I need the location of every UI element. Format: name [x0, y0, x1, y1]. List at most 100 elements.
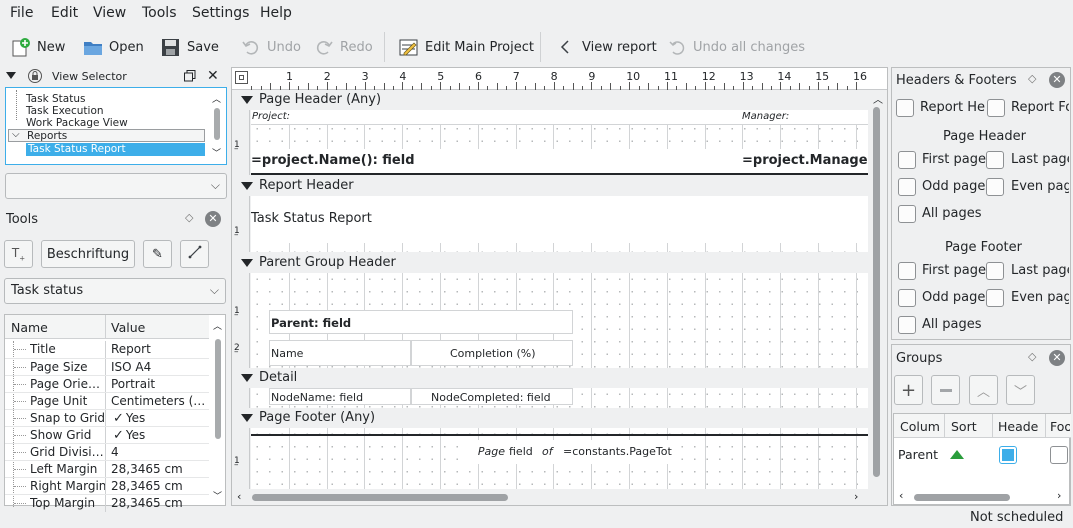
section-detail[interactable]: Detail	[232, 369, 868, 388]
label-tool-button[interactable]: Beschriftung	[41, 240, 135, 268]
lock-icon[interactable]	[28, 69, 42, 83]
page-header-even-checkbox[interactable]	[986, 178, 1004, 196]
menu-settings[interactable]: Settings	[192, 5, 249, 21]
property-row[interactable]: Show Grid ✓ Yes	[5, 426, 211, 444]
tree-item[interactable]: Work Package View	[26, 117, 128, 129]
add-group-button[interactable]: +	[894, 375, 923, 405]
tree-item[interactable]: Task Status	[26, 93, 85, 105]
menu-view[interactable]: View	[93, 5, 126, 21]
close-icon[interactable]: ✕	[205, 211, 221, 227]
view-combo[interactable]: ⌵	[5, 173, 227, 199]
name-column-header[interactable]: Name	[269, 340, 411, 366]
float-diamond-icon[interactable]: ◇	[1028, 350, 1036, 363]
manager-field-box[interactable]: =project.Manage	[741, 149, 868, 173]
completion-column-header[interactable]: Completion (%)	[411, 340, 573, 366]
close-icon[interactable]: ✕	[207, 68, 219, 84]
group-footer-checkbox[interactable]	[1050, 446, 1068, 464]
property-row[interactable]: Page Size ISO A4	[5, 358, 209, 376]
node-name-field-box[interactable]: NodeName: field	[269, 388, 411, 405]
move-down-button[interactable]: ﹀	[1006, 375, 1035, 405]
field-tool-button[interactable]: ✎	[143, 240, 172, 268]
menu-tools[interactable]: Tools	[142, 5, 177, 21]
page-footer-last-checkbox[interactable]	[986, 262, 1004, 280]
designer-vertical-scrollbar[interactable]: ︿	[869, 91, 885, 489]
scrollbar-thumb[interactable]	[873, 107, 880, 477]
float-diamond-icon[interactable]: ◇	[1028, 72, 1036, 85]
page-footer-first-checkbox[interactable]	[898, 262, 916, 280]
groups-horizontal-scrollbar[interactable]: ‹ ›	[894, 489, 1071, 504]
property-value[interactable]: 4	[111, 445, 209, 459]
view-report-button[interactable]: View report	[555, 35, 657, 59]
scrollbar-thumb[interactable]	[215, 339, 221, 439]
project-label-box[interactable]: Project:	[251, 110, 741, 125]
scrollbar-thumb[interactable]	[252, 494, 508, 501]
move-up-button[interactable]: ︿	[969, 375, 998, 405]
float-diamond-icon[interactable]: ◇	[185, 211, 193, 224]
footer-of-label-box[interactable]: of	[537, 440, 561, 464]
page-footer-odd-checkbox[interactable]	[898, 289, 916, 307]
float-window-icon[interactable]	[184, 70, 196, 82]
section-report-header[interactable]: Report Header	[232, 177, 868, 196]
menu-edit[interactable]: Edit	[51, 5, 78, 21]
text-tool-button[interactable]: T+	[4, 240, 33, 268]
property-value[interactable]: 28,3465 cm	[111, 462, 209, 476]
section-combo[interactable]: Task status ⌵	[4, 278, 226, 304]
scrollbar-thumb[interactable]	[214, 108, 220, 140]
menu-file[interactable]: File	[10, 5, 33, 21]
page-header-first-checkbox[interactable]	[898, 151, 916, 169]
scroll-up-icon[interactable]: ︿	[213, 319, 222, 332]
property-row[interactable]: Page Unit Centimeters (…	[5, 392, 209, 410]
section-page-footer[interactable]: Page Footer (Any)	[232, 409, 868, 428]
remove-group-button[interactable]	[931, 375, 960, 405]
scroll-down-icon[interactable]: ﹀	[213, 489, 222, 502]
group-header-area[interactable]: Parent: field Name Completion (%)	[251, 273, 868, 368]
report-footer-checkbox[interactable]	[987, 99, 1005, 117]
close-icon[interactable]: ✕	[1049, 350, 1065, 366]
property-value[interactable]: ISO A4	[111, 360, 209, 374]
redo-button[interactable]: Redo	[313, 35, 373, 59]
property-row[interactable]: Snap to Grid ✓ Yes	[5, 409, 211, 427]
vertical-scrollbar[interactable]: ︿ ﹀	[211, 317, 225, 503]
section-page-header[interactable]: Page Header (Any)	[232, 91, 868, 110]
property-row[interactable]: Right Margin 28,3465 cm	[5, 477, 209, 495]
undo-button[interactable]: Undo	[240, 35, 301, 59]
edit-main-project-button[interactable]: Edit Main Project	[398, 35, 534, 59]
designer-horizontal-scrollbar[interactable]: ‹ ›	[232, 490, 868, 504]
scroll-up-icon[interactable]: ︿	[873, 91, 883, 106]
project-field-box[interactable]: =project.Name(): field	[251, 149, 741, 173]
page-header-all-checkbox[interactable]	[898, 205, 916, 223]
scroll-right-icon[interactable]: ›	[854, 490, 858, 503]
parent-field-box[interactable]: Parent: field	[269, 310, 573, 334]
section-group-header[interactable]: Parent Group Header	[232, 254, 868, 273]
sort-ascending-icon[interactable]	[950, 450, 964, 459]
new-button[interactable]: New	[10, 35, 65, 59]
close-icon[interactable]: ✕	[1049, 72, 1065, 88]
report-header-area[interactable]: Task Status Report	[251, 196, 868, 252]
save-button[interactable]: Save	[160, 35, 219, 59]
property-value[interactable]: Centimeters (…	[111, 394, 209, 408]
group-header-checkbox[interactable]	[999, 446, 1017, 464]
page-header-last-checkbox[interactable]	[986, 151, 1004, 169]
line-tool-button[interactable]	[180, 240, 209, 268]
property-row[interactable]: Grid Divisi… 4	[5, 443, 209, 461]
property-row[interactable]: Left Margin 28,3465 cm	[5, 460, 209, 478]
undo-all-button[interactable]: Undo all changes	[666, 35, 805, 59]
footer-page-label-box[interactable]: Page	[469, 440, 507, 464]
collapse-arrow-icon[interactable]	[6, 72, 16, 79]
scroll-down-icon[interactable]: ﹀	[212, 146, 221, 159]
vertical-scrollbar[interactable]: ︿ ﹀	[210, 90, 224, 162]
group-row-name[interactable]: Parent	[898, 447, 938, 462]
property-value-cell[interactable]: ✓ Yes	[113, 411, 211, 426]
footer-total-field-box[interactable]: =constants.PageTot	[561, 440, 677, 464]
property-value[interactable]: 28,3465 cm	[111, 496, 209, 510]
property-value[interactable]: Portrait	[111, 377, 209, 391]
open-button[interactable]: Open	[82, 35, 144, 59]
property-value[interactable]: Report	[111, 342, 209, 356]
page-footer-area[interactable]: Page field of =constants.PageTot	[251, 428, 868, 489]
menu-help[interactable]: Help	[260, 5, 292, 21]
property-value-cell[interactable]: ✓ Yes	[113, 428, 211, 443]
scrollbar-thumb[interactable]	[914, 494, 1010, 501]
tree-item[interactable]: Task Execution	[26, 105, 104, 117]
page-footer-even-checkbox[interactable]	[986, 289, 1004, 307]
footer-page-field-box[interactable]: field	[507, 440, 537, 464]
